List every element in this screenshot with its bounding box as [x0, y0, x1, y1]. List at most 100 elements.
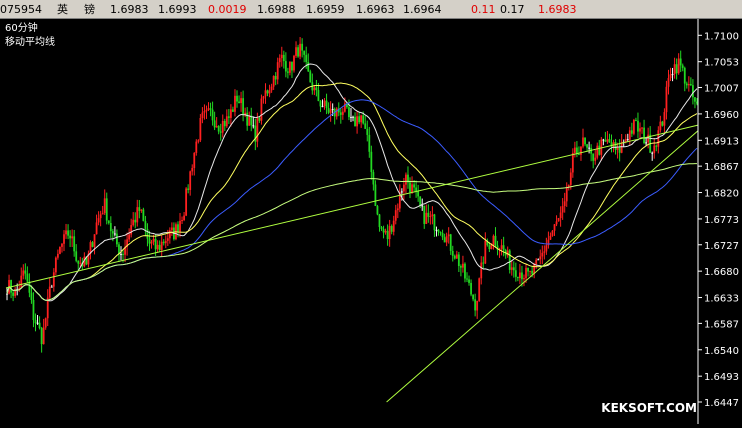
candle-body	[689, 84, 692, 86]
candle-body	[637, 120, 639, 132]
candle-body	[573, 147, 576, 153]
candle-body	[289, 61, 291, 73]
candle-body	[230, 109, 232, 118]
candle-body	[183, 215, 185, 220]
candle-body	[232, 109, 234, 112]
candle-body	[223, 120, 226, 127]
candle-body	[221, 120, 224, 133]
candle-body	[52, 272, 55, 287]
candle-body	[136, 207, 139, 223]
candle-body	[673, 64, 676, 75]
candle-body	[262, 96, 265, 99]
period-caption: 60分钟	[5, 23, 38, 34]
candle-body	[299, 43, 301, 57]
candle-body	[588, 147, 591, 149]
candle-body	[146, 228, 149, 239]
candle-body	[549, 235, 552, 240]
candle-body	[270, 86, 273, 91]
candle-body	[419, 196, 422, 206]
candle-body	[539, 256, 542, 260]
bid-price: 1.6963	[356, 3, 395, 16]
candle-body	[225, 116, 228, 127]
candle-body	[596, 145, 599, 158]
y-tick-label: 1.6820	[704, 189, 739, 200]
candle-body	[205, 109, 208, 112]
candle-body	[264, 90, 267, 97]
candle-body	[79, 262, 82, 264]
candle-body	[661, 121, 664, 126]
candle-body	[425, 212, 428, 224]
candle-body	[535, 259, 538, 265]
candle-body	[32, 300, 35, 321]
candle-body	[569, 172, 572, 185]
candle-body	[602, 139, 605, 141]
candle-body	[415, 187, 418, 192]
candle-body	[303, 50, 306, 55]
candle-body	[107, 220, 110, 224]
candle-body	[313, 87, 316, 91]
candle-body	[128, 234, 131, 240]
candle-body	[327, 108, 330, 113]
candle-body	[113, 233, 116, 235]
candle-body	[286, 71, 289, 73]
candle-body	[30, 292, 33, 301]
y-tick-label: 1.6867	[704, 162, 739, 173]
candle-body	[449, 234, 452, 251]
candle-body	[132, 219, 135, 226]
candle-body	[580, 146, 582, 155]
candle-body	[209, 108, 212, 110]
candle-body	[240, 98, 242, 104]
candle-body	[36, 322, 39, 324]
candle-body	[185, 188, 188, 216]
candle-body	[468, 279, 470, 283]
candle-body	[134, 219, 137, 223]
candle-body	[445, 236, 448, 243]
candle-body	[307, 61, 310, 72]
candle-body	[77, 260, 80, 264]
candle-body	[565, 187, 568, 202]
candle-body	[433, 214, 436, 231]
moving-average-line	[6, 63, 698, 302]
candle-body	[663, 112, 666, 126]
y-tick-label: 1.6913	[704, 136, 739, 147]
candle-body	[409, 182, 411, 193]
candle-body	[356, 116, 358, 127]
price-chart[interactable]: 1.7100 1.7053 1.7007 1.6960 1.6913 1.6867 1.68…	[0, 19, 742, 424]
candle-body	[215, 126, 218, 128]
candle-body	[478, 278, 481, 301]
candle-body	[101, 213, 104, 215]
candle-body	[160, 241, 163, 251]
y-tick-label: 1.6540	[704, 346, 739, 357]
candle-body	[274, 75, 277, 80]
candle-body	[95, 222, 98, 235]
candle-body	[390, 226, 393, 232]
indicator-caption: 移动平均线	[5, 37, 55, 48]
change-value: 0.0019	[208, 3, 247, 16]
symbol-name-2: 镑	[84, 3, 95, 16]
candle-body	[276, 62, 279, 80]
candle-body	[75, 251, 78, 261]
candle-body	[227, 116, 230, 118]
candle-body	[459, 266, 462, 268]
candle-body	[291, 61, 293, 71]
candle-body	[482, 262, 485, 264]
candle-body	[519, 272, 521, 279]
y-tick-label: 1.6727	[704, 241, 739, 252]
candle-body	[653, 145, 656, 154]
trendline	[386, 130, 699, 403]
candle-body	[280, 54, 283, 59]
candle-body	[392, 220, 395, 232]
candle-body	[492, 235, 495, 246]
candle-body	[248, 115, 251, 126]
candle-body	[508, 250, 511, 270]
candle-body	[177, 224, 179, 232]
candle-body	[350, 116, 352, 118]
candle-body	[559, 212, 562, 219]
candle-body	[443, 237, 446, 243]
candle-body	[608, 139, 611, 143]
candle-body	[28, 281, 31, 293]
candle-body	[665, 86, 668, 113]
candle-body	[61, 243, 63, 247]
candle-body	[685, 83, 688, 86]
watermark: KEKSOFT.COM	[601, 401, 697, 415]
